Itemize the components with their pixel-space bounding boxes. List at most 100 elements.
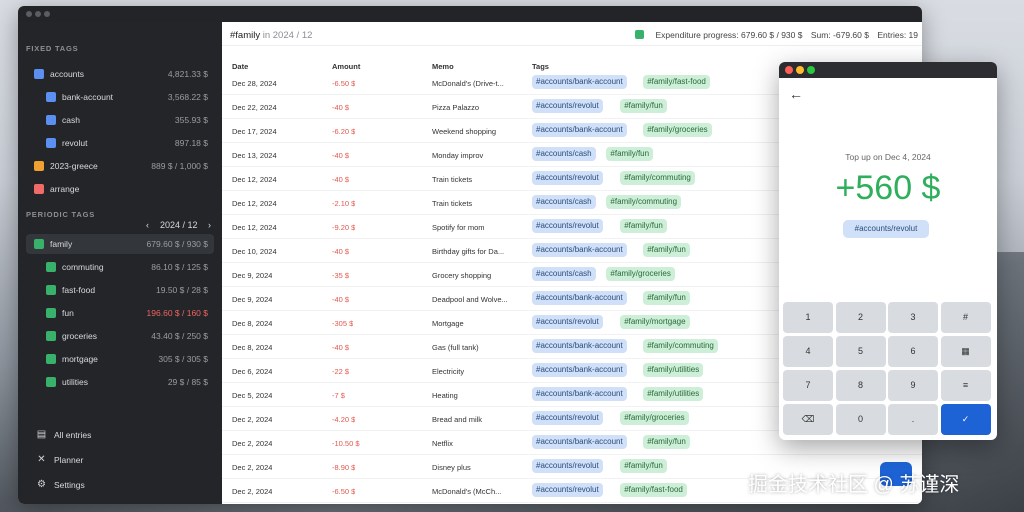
- sidebar-tag-accounts[interactable]: accounts 4,821.33 $: [26, 64, 214, 84]
- tag-pill[interactable]: #accounts/revolut: [532, 219, 603, 233]
- tag-pill[interactable]: #family/commuting: [606, 195, 682, 209]
- key-3[interactable]: 3: [888, 302, 938, 333]
- tag-color-icon: [46, 138, 56, 148]
- key-9[interactable]: 9: [888, 370, 938, 401]
- header-tag: #family: [230, 30, 261, 41]
- sidebar-tag-fast-food[interactable]: fast-food 19.50 $ / 28 $: [26, 280, 214, 300]
- tag-pill[interactable]: #accounts/bank-account: [532, 339, 627, 353]
- row-amount: -6.50 $: [332, 487, 356, 496]
- header-period: in 2024 / 12: [262, 30, 313, 41]
- row-date: Dec 8, 2024: [232, 343, 273, 352]
- sidebar-tag-fun[interactable]: fun 196.60 $ / 160 $: [26, 303, 214, 323]
- row-memo: Mortgage: [432, 319, 464, 328]
- sidebar-tag-2023-greece[interactable]: 2023-greece 889 $ / 1,000 $: [26, 156, 214, 176]
- column-date[interactable]: Date: [232, 62, 248, 71]
- row-amount: -40 $: [332, 247, 350, 256]
- sidebar-tag-family[interactable]: family 679.60 $ / 930 $: [26, 234, 214, 254]
- tag-pill[interactable]: #family/groceries: [606, 267, 675, 281]
- key-4[interactable]: 4: [783, 336, 833, 367]
- sidebar-tag-arrange[interactable]: arrange: [26, 179, 214, 199]
- notes-icon[interactable]: ≡: [940, 370, 991, 401]
- column-tags[interactable]: Tags: [532, 62, 549, 71]
- tag-pill[interactable]: #family/fun: [620, 459, 667, 473]
- tag-pill[interactable]: #accounts/bank-account: [532, 291, 627, 305]
- tag-pill[interactable]: #accounts/revolut: [532, 483, 603, 497]
- tag-pill[interactable]: #family/commuting: [643, 339, 718, 353]
- tag-pill[interactable]: #accounts/revolut: [532, 99, 603, 113]
- key-2[interactable]: 2: [835, 302, 886, 333]
- hash-icon[interactable]: #: [940, 302, 991, 333]
- family-tag-chip-icon: [634, 30, 644, 39]
- sidebar-tag-label: cash: [62, 115, 80, 125]
- tag-pill[interactable]: #accounts/cash: [532, 147, 596, 161]
- tag-pill[interactable]: #accounts/revolut: [532, 171, 603, 185]
- tag-pill[interactable]: #accounts/bank-account: [532, 387, 627, 401]
- key-5[interactable]: 5: [835, 336, 886, 367]
- tag-pill[interactable]: #accounts/bank-account: [532, 363, 627, 377]
- window-titlebar[interactable]: [18, 6, 922, 22]
- chevron-left-icon[interactable]: ‹: [146, 220, 149, 230]
- row-amount: -40 $: [332, 343, 350, 352]
- gear-icon: ⚙: [37, 479, 46, 490]
- backspace-icon[interactable]: ⌫: [783, 404, 833, 435]
- popup-close-button[interactable]: [785, 66, 793, 74]
- nav-settings[interactable]: ⚙ Settings: [36, 476, 206, 496]
- key-decimal[interactable]: .: [888, 404, 938, 435]
- tag-pill[interactable]: #accounts/bank-account: [532, 243, 627, 257]
- close-window-button[interactable]: [26, 11, 32, 17]
- popup-zoom-button[interactable]: [807, 66, 815, 74]
- sidebar-tag-cash[interactable]: cash 355.93 $: [26, 110, 214, 130]
- tag-pill[interactable]: #accounts/revolut: [532, 315, 603, 329]
- tag-pill[interactable]: #family/utilities: [643, 363, 704, 377]
- popup-minimize-button[interactable]: [796, 66, 804, 74]
- tag-pill[interactable]: #family/commuting: [620, 171, 695, 185]
- minimize-window-button[interactable]: [35, 11, 41, 17]
- nav-all-entries[interactable]: ▤ All entries: [36, 426, 206, 446]
- key-0[interactable]: 0: [835, 404, 886, 435]
- confirm-icon[interactable]: ✓: [940, 404, 991, 435]
- tag-pill[interactable]: #accounts/bank-account: [532, 123, 627, 137]
- tag-pill[interactable]: #family/fun: [643, 291, 690, 305]
- popup-titlebar[interactable]: [779, 62, 997, 78]
- tag-pill[interactable]: #family/fast-food: [643, 75, 710, 89]
- arrow-left-icon[interactable]: ←: [789, 86, 803, 102]
- calendar-icon[interactable]: ▦: [940, 336, 991, 367]
- key-6[interactable]: 6: [888, 336, 938, 367]
- key-7[interactable]: 7: [783, 370, 833, 401]
- tag-pill[interactable]: #family/fun: [643, 243, 690, 257]
- tag-pill[interactable]: #family/fun: [606, 147, 654, 161]
- tag-pill[interactable]: #family/fun: [620, 99, 667, 113]
- tag-pill[interactable]: #family/groceries: [643, 123, 712, 137]
- sidebar-tag-commuting[interactable]: commuting 86.10 $ / 125 $: [26, 257, 214, 277]
- tag-pill[interactable]: #family/fun: [643, 435, 690, 449]
- row-memo: Disney plus: [432, 463, 471, 472]
- tag-pill[interactable]: #family/fast-food: [620, 483, 687, 497]
- tag-pill[interactable]: #family/utilities: [643, 387, 704, 401]
- tag-pill[interactable]: #family/mortgage: [620, 315, 690, 329]
- key-1[interactable]: 1: [783, 302, 833, 333]
- tag-pill[interactable]: #family/fun: [620, 219, 667, 233]
- sidebar-tag-mortgage[interactable]: mortgage 305 $ / 305 $: [26, 349, 214, 369]
- sidebar-tag-bank-account[interactable]: bank-account 3,568.22 $: [26, 87, 214, 107]
- tag-pill[interactable]: #accounts/bank-account: [532, 435, 627, 449]
- tag-pill[interactable]: #accounts/cash: [532, 267, 596, 281]
- tag-pill[interactable]: #accounts/revolut: [532, 459, 603, 473]
- row-memo: Monday improv: [432, 151, 484, 160]
- key-8[interactable]: 8: [835, 370, 886, 401]
- nav-planner[interactable]: ✕ Planner: [36, 451, 206, 471]
- tag-pill[interactable]: #accounts/cash: [532, 195, 596, 209]
- sidebar-tag-utilities[interactable]: utilities 29 $ / 85 $: [26, 372, 214, 392]
- tag-pill[interactable]: #family/groceries: [620, 411, 689, 425]
- row-date: Dec 12, 2024: [232, 199, 277, 208]
- sidebar-tag-value: 4,821.33 $: [167, 69, 208, 79]
- chevron-right-icon[interactable]: ›: [208, 220, 211, 230]
- tag-pill[interactable]: #accounts/revolut: [532, 411, 603, 425]
- column-memo[interactable]: Memo: [432, 62, 454, 71]
- tag-pill[interactable]: #accounts/bank-account: [532, 75, 627, 89]
- row-date: Dec 28, 2024: [232, 79, 277, 88]
- sidebar-tag-revolut[interactable]: revolut 897.18 $: [26, 133, 214, 153]
- sidebar-tag-groceries[interactable]: groceries 43.40 $ / 250 $: [26, 326, 214, 346]
- column-amount[interactable]: Amount: [332, 62, 360, 71]
- popup-tag[interactable]: #accounts/revolut: [843, 220, 929, 238]
- zoom-window-button[interactable]: [44, 11, 50, 17]
